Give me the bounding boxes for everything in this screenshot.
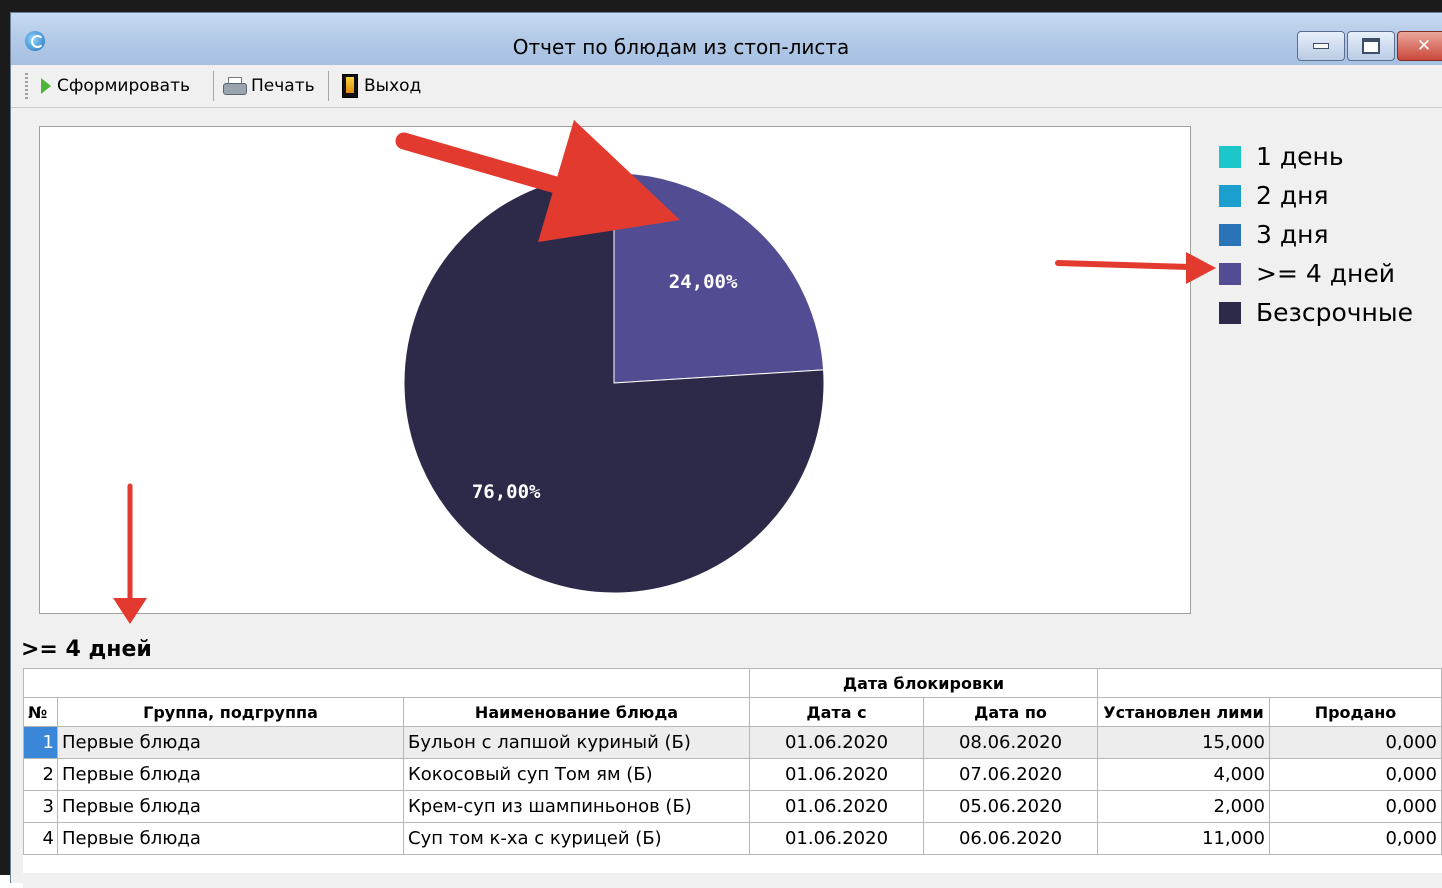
legend-label: Безсрочные bbox=[1256, 298, 1413, 327]
close-button[interactable]: ✕ bbox=[1397, 31, 1442, 61]
table-cell[interactable]: 0,000 bbox=[1269, 726, 1442, 759]
legend-label: 3 дня bbox=[1256, 220, 1329, 249]
legend-item[interactable]: Безсрочные bbox=[1219, 293, 1413, 332]
table-cell[interactable]: 08.06.2020 bbox=[923, 726, 1098, 759]
window-controls: ✕ bbox=[1297, 31, 1442, 61]
maximize-button[interactable] bbox=[1347, 31, 1395, 61]
legend-swatch bbox=[1219, 184, 1241, 207]
pie-data-label: 76,00% bbox=[472, 481, 541, 503]
generate-button[interactable]: Сформировать bbox=[41, 73, 190, 99]
table-cell[interactable]: Кокосовый суп Том ям (Б) bbox=[403, 758, 750, 791]
table-cell[interactable]: 11,000 bbox=[1097, 822, 1270, 855]
legend-item[interactable]: >= 4 дней bbox=[1219, 254, 1413, 293]
legend-swatch bbox=[1219, 262, 1241, 285]
table-group-header-empty bbox=[23, 668, 750, 698]
column-header[interactable]: Продано bbox=[1269, 697, 1442, 727]
toolbar-grip[interactable] bbox=[25, 73, 28, 99]
table-cell[interactable]: 07.06.2020 bbox=[923, 758, 1098, 791]
chart-legend: 1 день 2 дня 3 дня >= 4 дней Безсрочные bbox=[1219, 137, 1413, 332]
minimize-icon bbox=[1313, 43, 1329, 49]
table-cell[interactable]: Бульон с лапшой куриный (Б) bbox=[403, 726, 750, 759]
table-cell[interactable]: 2 bbox=[23, 758, 58, 791]
column-header[interactable]: Установлен лими bbox=[1097, 697, 1270, 727]
table-cell[interactable]: 01.06.2020 bbox=[749, 758, 924, 791]
table-cell[interactable]: 2,000 bbox=[1097, 790, 1270, 823]
legend-swatch bbox=[1219, 301, 1241, 324]
table-row[interactable]: 3 Первые блюда Крем-суп из шампиньонов (Б)… bbox=[23, 790, 1442, 823]
play-icon bbox=[41, 78, 51, 94]
legend-item[interactable]: 3 дня bbox=[1219, 215, 1413, 254]
legend-swatch bbox=[1219, 145, 1241, 168]
legend-item[interactable]: 1 день bbox=[1219, 137, 1413, 176]
toolbar-separator bbox=[328, 71, 329, 101]
table-cell[interactable]: Первые блюда bbox=[57, 822, 404, 855]
table-cell[interactable]: Первые блюда bbox=[57, 758, 404, 791]
table-cell[interactable]: 0,000 bbox=[1269, 758, 1442, 791]
pie-data-label: 24,00% bbox=[669, 271, 738, 293]
column-header[interactable]: Дата с bbox=[749, 697, 924, 727]
toolbar: Сформировать Печать Выход bbox=[11, 65, 1442, 108]
table-body: 1 Первые блюда Бульон с лапшой куриный (Б)… bbox=[23, 726, 1442, 855]
table-group-header-date: Дата блокировки bbox=[749, 668, 1098, 698]
table-row[interactable]: 1 Первые блюда Бульон с лапшой куриный (Б)… bbox=[23, 726, 1442, 759]
table-group-header-row: Дата блокировки bbox=[23, 668, 1442, 698]
table-cell[interactable]: 4 bbox=[23, 822, 58, 855]
table-cell[interactable]: 0,000 bbox=[1269, 822, 1442, 855]
table-cell[interactable]: 01.06.2020 bbox=[749, 790, 924, 823]
window-title: Отчет по блюдам из стоп-листа bbox=[512, 35, 850, 59]
pie-chart[interactable]: 24,00% 76,00% bbox=[40, 127, 1190, 613]
table-cell[interactable]: 15,000 bbox=[1097, 726, 1270, 759]
table-cell[interactable]: 01.06.2020 bbox=[749, 726, 924, 759]
exit-button[interactable]: Выход bbox=[342, 73, 421, 99]
table-cell[interactable]: 05.06.2020 bbox=[923, 790, 1098, 823]
table-cell[interactable]: 06.06.2020 bbox=[923, 822, 1098, 855]
legend-label: >= 4 дней bbox=[1256, 259, 1395, 288]
table-cell[interactable]: 01.06.2020 bbox=[749, 822, 924, 855]
table-cell[interactable]: 1 bbox=[23, 726, 58, 759]
print-button-label: Печать bbox=[251, 76, 315, 96]
dishes-table: Дата блокировки № Группа, подгруппа Наимен… bbox=[23, 668, 1442, 855]
close-icon: ✕ bbox=[1416, 36, 1432, 56]
toolbar-separator bbox=[213, 71, 214, 101]
table-cell[interactable]: 0,000 bbox=[1269, 790, 1442, 823]
table-cell[interactable]: Суп том к-ха с курицей (Б) bbox=[403, 822, 750, 855]
legend-label: 1 день bbox=[1256, 142, 1344, 171]
table-cell[interactable]: Первые блюда bbox=[57, 790, 404, 823]
table-group-header-empty bbox=[1097, 668, 1442, 698]
exit-door-icon bbox=[342, 74, 358, 98]
exit-button-label: Выход bbox=[364, 76, 422, 96]
chart-panel: 24,00% 76,00% bbox=[39, 126, 1191, 614]
minimize-button[interactable] bbox=[1297, 31, 1345, 61]
report-window: Отчет по блюдам из стоп-листа ✕ Сформиро… bbox=[10, 12, 1442, 888]
column-header[interactable]: № bbox=[23, 697, 58, 727]
selected-category-label: >= 4 дней bbox=[21, 637, 152, 662]
table-row[interactable]: 2 Первые блюда Кокосовый суп Том ям (Б) 01.… bbox=[23, 758, 1442, 791]
title-bar[interactable]: Отчет по блюдам из стоп-листа ✕ bbox=[11, 13, 1442, 65]
maximize-icon bbox=[1362, 38, 1380, 54]
print-button[interactable]: Печать bbox=[223, 73, 315, 99]
table-cell[interactable]: Первые блюда bbox=[57, 726, 404, 759]
legend-swatch bbox=[1219, 223, 1241, 246]
table-cell[interactable]: 3 bbox=[23, 790, 58, 823]
legend-label: 2 дня bbox=[1256, 181, 1329, 210]
legend-item[interactable]: 2 дня bbox=[1219, 176, 1413, 215]
table-header-row: № Группа, подгруппа Наименование блюда Дата… bbox=[23, 697, 1442, 727]
dishes-table-container: Дата блокировки № Группа, подгруппа Наимен… bbox=[23, 668, 1442, 878]
printer-icon bbox=[223, 77, 247, 95]
table-cell[interactable]: 4,000 bbox=[1097, 758, 1270, 791]
generate-button-label: Сформировать bbox=[57, 76, 191, 96]
column-header[interactable]: Группа, подгруппа bbox=[57, 697, 404, 727]
table-row[interactable]: 4 Первые блюда Суп том к-ха с курицей (Б) 0… bbox=[23, 822, 1442, 855]
table-cell[interactable]: Крем-суп из шампиньонов (Б) bbox=[403, 790, 750, 823]
status-strip bbox=[23, 873, 1442, 888]
column-header[interactable]: Дата по bbox=[923, 697, 1098, 727]
column-header[interactable]: Наименование блюда bbox=[403, 697, 750, 727]
